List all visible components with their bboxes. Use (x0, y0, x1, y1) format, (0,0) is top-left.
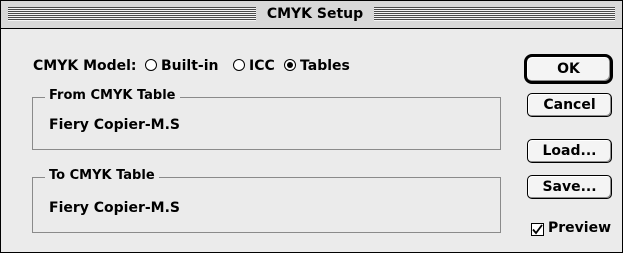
load-button[interactable]: Load... (527, 139, 612, 163)
radio-built-in[interactable] (145, 59, 157, 71)
save-button[interactable]: Save... (527, 175, 612, 199)
preview-checkbox[interactable] (531, 223, 544, 236)
title-bar-stripes-left (8, 7, 256, 21)
ok-button[interactable]: OK (524, 54, 613, 84)
radio-icc-label[interactable]: ICC (249, 58, 275, 74)
to-cmyk-table-group: To CMYK Table Fiery Copier-M.S (32, 168, 501, 233)
title-bar-stripes-right (374, 7, 615, 21)
to-cmyk-table-value[interactable]: Fiery Copier-M.S (49, 200, 180, 216)
checkmark-icon (532, 224, 543, 235)
cmyk-model-label: CMYK Model: (33, 58, 137, 74)
from-cmyk-table-label: From CMYK Table (45, 88, 180, 103)
from-cmyk-table-value[interactable]: Fiery Copier-M.S (49, 117, 180, 133)
to-cmyk-table-label: To CMYK Table (45, 168, 159, 183)
dialog-title: CMYK Setup (256, 4, 374, 24)
radio-tables-label[interactable]: Tables (300, 58, 350, 74)
radio-tables[interactable] (284, 59, 296, 71)
title-bar[interactable]: CMYK Setup (1, 1, 622, 29)
cancel-button[interactable]: Cancel (527, 93, 612, 117)
cmyk-setup-dialog: CMYK Setup CMYK Model: Built-in ICC Tabl… (0, 0, 623, 253)
radio-icc[interactable] (233, 59, 245, 71)
preview-label[interactable]: Preview (548, 220, 611, 236)
from-cmyk-table-group: From CMYK Table Fiery Copier-M.S (32, 88, 501, 150)
radio-built-in-label[interactable]: Built-in (161, 58, 219, 74)
